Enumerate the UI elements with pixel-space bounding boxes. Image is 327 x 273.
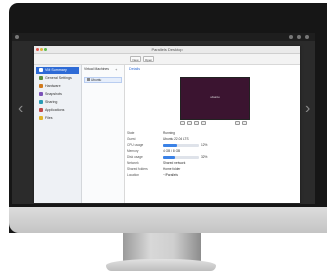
sidebar: VM Summary General Settings Hardware Sna… [34,65,82,203]
property-label: Memory [127,149,139,153]
tab-details[interactable]: Details [129,67,140,71]
sharing-icon [39,99,43,104]
monitor-stand-base [106,259,216,271]
play-button[interactable] [187,121,192,125]
sidebar-item-label: Hardware [45,84,61,88]
preview-logo: ubuntu [210,95,220,99]
host-menu-bar [12,33,315,41]
monitor-stand [123,233,201,261]
sidebar-item-summary[interactable]: VM Summary [36,67,79,74]
property-label: Network [127,161,139,165]
stop-button[interactable] [201,121,206,125]
vm-list: Virtual Machines + Ubuntu [82,65,125,203]
vm-list-header: Virtual Machines [84,67,110,71]
property-value: 4 GB / 8 GB [163,149,181,153]
window-title: Parallels Desktop [151,47,183,52]
details-panel: Details ubuntu State Running Guest Ubunt… [125,65,300,203]
applications-icon [39,107,43,112]
cpu-usage-bar [163,144,199,147]
host-status-icon[interactable] [305,35,309,39]
vm-preview[interactable]: ubuntu [180,77,250,120]
toolbar-button-new[interactable]: New [130,56,141,62]
disk-usage-bar [163,156,199,159]
sidebar-item-general[interactable]: General Settings [36,75,79,82]
sidebar-item-snapshots[interactable]: Snapshots [36,91,79,98]
sidebar-item-label: Files [45,116,53,120]
vm-name: Ubuntu [91,78,102,82]
property-value: Ubuntu 22.04 LTS [163,137,189,141]
add-icon[interactable]: + [115,67,117,72]
property-label: Shared folders [127,167,148,171]
summary-icon [39,67,43,72]
property-value: Home folder [163,167,181,171]
pause-button[interactable] [194,121,199,125]
property-label: Location [127,173,140,177]
monitor-chin [9,207,327,233]
window-toolbar: New Open [34,54,300,65]
sidebar-item-label: VM Summary [45,68,67,72]
sidebar-item-hardware[interactable]: Hardware [36,83,79,90]
property-label: Disk usage [127,155,143,159]
screen: ‹ › Parallels Desktop New Open VM Summar… [12,33,315,204]
folder-icon [39,115,43,120]
property-label: State [127,131,135,135]
cpu-usage-fill [163,144,178,147]
property-label: Guest [127,137,136,141]
chevron-right-icon[interactable]: › [305,101,310,117]
disk-usage-fill [163,156,175,159]
property-value: 12% [201,143,208,147]
host-status-icon[interactable] [297,35,301,39]
sidebar-item-label: Sharing [45,100,58,104]
settings-icon [39,75,43,80]
property-value: 32% [201,155,208,159]
sidebar-item-label: General Settings [45,76,72,80]
property-value: Shared network [163,161,186,165]
snapshot-icon [39,91,43,96]
sidebar-item-applications[interactable]: Applications [36,107,79,114]
hardware-icon [39,83,43,88]
chevron-left-icon[interactable]: ‹ [18,101,23,117]
sidebar-item-label: Snapshots [45,92,62,96]
sidebar-item-sharing[interactable]: Sharing [36,99,79,106]
property-label: CPU usage [127,143,144,147]
fullscreen-button[interactable] [242,121,247,125]
property-value[interactable]: ~/Parallels [163,173,223,178]
app-window: Parallels Desktop New Open VM Summary Ge… [34,46,300,203]
host-menu-icon[interactable] [15,35,19,39]
rewind-button[interactable] [180,121,185,125]
screenshot-button[interactable] [235,121,240,125]
window-titlebar: Parallels Desktop [34,46,300,54]
property-value: Running [163,131,175,135]
host-status-icon[interactable] [289,35,293,39]
sidebar-item-label: Applications [45,108,65,112]
list-item[interactable]: Ubuntu [84,77,122,83]
toolbar-button-open[interactable]: Open [143,56,154,62]
vm-icon [87,78,90,81]
sidebar-item-files[interactable]: Files [36,115,79,122]
